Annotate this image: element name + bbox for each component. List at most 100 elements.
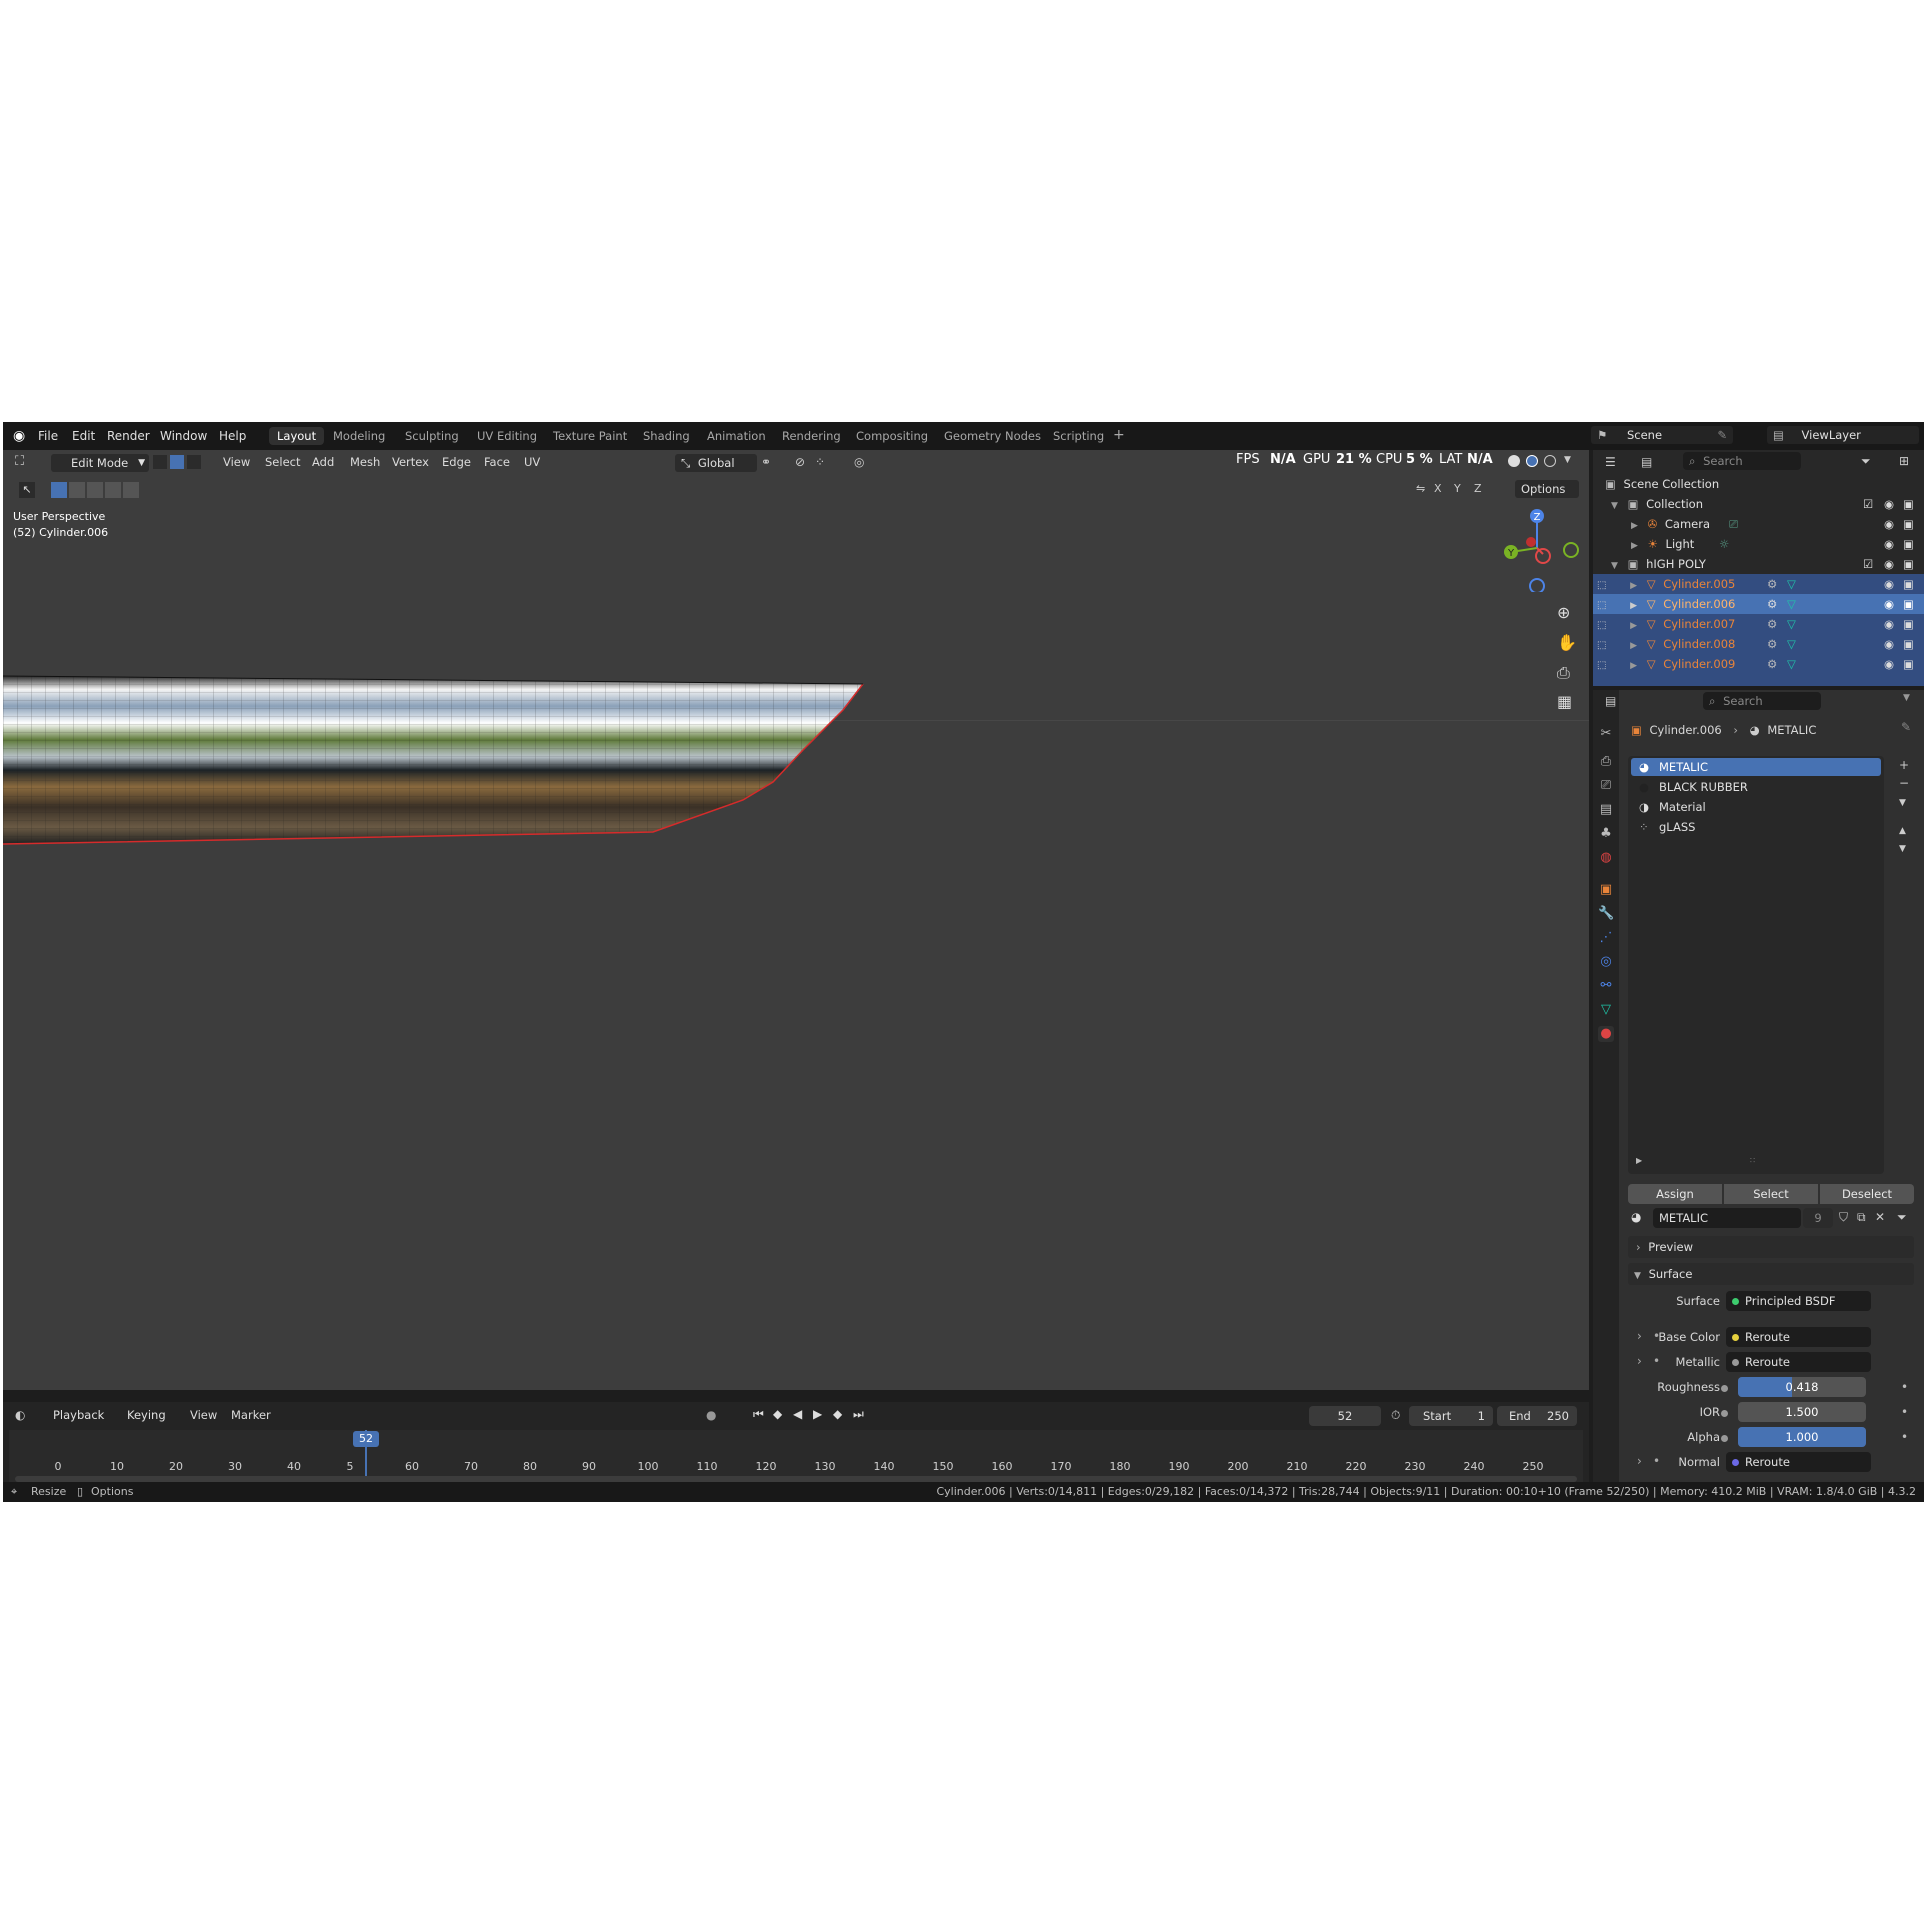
scene-selector[interactable]: ⚑ Scene ✎ — [1591, 426, 1733, 444]
select-tool-icon[interactable]: ↖ — [19, 482, 35, 498]
navigation-gizmo[interactable]: Z Y — [1493, 502, 1583, 592]
snap-icon[interactable]: ⊘ — [795, 455, 805, 469]
checkbox-icon[interactable]: ☑ — [1863, 554, 1873, 574]
editor-type-icon[interactable]: ⛶ — [15, 454, 24, 469]
preview-section[interactable]: › Preview — [1628, 1236, 1914, 1258]
alpha-slider[interactable]: 1.000 — [1738, 1427, 1866, 1447]
edit-mode-icon[interactable]: ⬚ — [1597, 640, 1606, 651]
edge-select-icon[interactable] — [170, 455, 184, 469]
playhead[interactable]: 52 — [353, 1431, 379, 1447]
tab-compositing[interactable]: Compositing — [848, 427, 936, 445]
expand-icon[interactable]: ▶ — [1636, 1156, 1642, 1165]
shading-options-icon[interactable]: ▼ — [1564, 455, 1571, 465]
eye-icon[interactable]: ◉ — [1884, 494, 1894, 514]
select-invert-icon[interactable] — [105, 482, 121, 498]
outliner-row-cylinder-009[interactable]: ⬚ ▶ ▽ Cylinder.009 ⚙ ▽ ◉ ▣ — [1593, 654, 1924, 674]
slot-specials-icon[interactable]: ▼ — [1899, 798, 1906, 808]
select-subtract-icon[interactable] — [87, 482, 103, 498]
zoom-icon[interactable]: ⊕ — [1557, 603, 1570, 622]
object-tab-icon[interactable]: ▣ — [1598, 882, 1614, 898]
eye-icon[interactable]: ◉ — [1884, 614, 1894, 634]
outliner-row-scene-collection[interactable]: ▣ Scene Collection — [1593, 474, 1924, 494]
add-slot-icon[interactable]: + — [1899, 758, 1909, 772]
menu-window[interactable]: Window — [160, 429, 207, 443]
material-slot-material[interactable]: ◑ Material — [1631, 798, 1881, 816]
3d-viewport[interactable]: ⛶ Edit Mode ▼ View Select Add Mesh Verte… — [3, 450, 1589, 1390]
solid-shading-icon[interactable] — [1508, 455, 1520, 467]
tool-tab-icon[interactable]: ✂ — [1598, 726, 1614, 742]
deselect-button[interactable]: Deselect — [1820, 1184, 1914, 1204]
outliner-row-camera[interactable]: ▶ ✇ Camera ⎚ ◉ ▣ — [1593, 514, 1924, 534]
viewport-menu-add[interactable]: Add — [312, 455, 334, 469]
next-keyframe-icon[interactable]: ◆ — [833, 1407, 842, 1421]
unlink-icon[interactable]: ✕ — [1875, 1210, 1885, 1224]
base-color-field[interactable]: Reroute — [1726, 1327, 1871, 1347]
pan-hand-icon[interactable]: ✋ — [1557, 633, 1577, 652]
outliner-row-cylinder-006[interactable]: ⬚ ▶ ▽ Cylinder.006 ⚙ ▽ ◉ ▣ — [1593, 594, 1924, 614]
outliner-row-high-poly[interactable]: ▼ ▣ hIGH POLY ☑ ◉ ▣ — [1593, 554, 1924, 574]
menu-help[interactable]: Help — [219, 429, 246, 443]
eye-icon[interactable]: ◉ — [1884, 554, 1894, 574]
select-extend-icon[interactable] — [69, 482, 85, 498]
menu-file[interactable]: File — [38, 429, 58, 443]
prev-keyframe-icon[interactable]: ◆ — [773, 1407, 782, 1421]
physics-tab-icon[interactable]: ◎ — [1598, 954, 1614, 970]
display-mode-icon[interactable]: ▤ — [1641, 455, 1652, 469]
mirror-icon[interactable]: ⇋ — [1416, 482, 1425, 495]
outliner-row-partial[interactable] — [1593, 674, 1924, 686]
render-tab-icon[interactable]: ⎙ — [1598, 754, 1614, 770]
camera-render-icon[interactable]: ▣ — [1903, 614, 1914, 634]
viewport-menu-vertex[interactable]: Vertex — [392, 455, 429, 469]
vertex-select-icon[interactable] — [153, 455, 167, 469]
select-button[interactable]: Select — [1724, 1184, 1818, 1204]
outliner-row-collection[interactable]: ▼ ▣ Collection ☑ ◉ ▣ — [1593, 494, 1924, 514]
world-tab-icon[interactable]: ◍ — [1598, 850, 1614, 866]
fake-user-icon[interactable]: ⛉ — [1839, 1210, 1848, 1225]
mesh-object-cylinder[interactable] — [3, 660, 883, 850]
tab-geometry-nodes[interactable]: Geometry Nodes — [936, 427, 1049, 445]
blender-logo-icon[interactable]: ◉ — [13, 428, 25, 444]
camera-render-icon[interactable]: ▣ — [1903, 654, 1914, 674]
material-slot-metalic[interactable]: ◕ METALIC — [1631, 758, 1881, 776]
axis-x-toggle[interactable]: X — [1434, 482, 1442, 495]
viewlayer-selector[interactable]: ▤ ViewLayer — [1767, 426, 1919, 444]
camera-render-icon[interactable]: ▣ — [1903, 494, 1914, 514]
modifier-tab-icon[interactable]: 🔧 — [1598, 906, 1614, 922]
keyframe-dot-icon[interactable]: • — [1901, 1380, 1908, 1394]
remove-slot-icon[interactable]: − — [1899, 776, 1909, 790]
assign-button[interactable]: Assign — [1628, 1184, 1722, 1204]
keyframe-dot-icon[interactable]: • — [1901, 1430, 1908, 1444]
pin-icon[interactable]: ✎ — [1717, 426, 1727, 444]
keyframe-dot-icon[interactable]: • — [1901, 1405, 1908, 1419]
user-count[interactable]: 9 — [1803, 1208, 1833, 1228]
outliner-row-cylinder-005[interactable]: ⬚ ▶ ▽ Cylinder.005 ⚙ ▽ ◉ ▣ — [1593, 574, 1924, 594]
camera-render-icon[interactable]: ▣ — [1903, 634, 1914, 654]
chevron-right-icon[interactable]: ▶ — [1630, 641, 1637, 651]
stopwatch-icon[interactable]: ⏱ — [1391, 1408, 1400, 1423]
filter-icon[interactable]: ⏷ — [1861, 454, 1871, 469]
playback-dropdown[interactable]: Playback — [47, 1406, 119, 1424]
camera-render-icon[interactable]: ▣ — [1903, 534, 1914, 554]
material-slot-black-rubber[interactable]: ● BLACK RUBBER — [1631, 778, 1881, 796]
proportional-edit-icon[interactable]: ◎ — [854, 455, 864, 469]
axis-y-toggle[interactable]: Y — [1454, 482, 1461, 495]
scene-tab-icon[interactable]: ♣ — [1598, 826, 1614, 842]
eye-icon[interactable]: ◉ — [1884, 534, 1894, 554]
timeline-menu-marker[interactable]: Marker — [231, 1408, 271, 1422]
ior-field[interactable]: 1.500 — [1738, 1402, 1866, 1422]
chevron-right-icon[interactable]: ▶ — [1630, 601, 1637, 611]
ortho-grid-icon[interactable]: ▦ — [1557, 692, 1572, 711]
viewport-menu-face[interactable]: Face — [484, 455, 510, 469]
material-name-field[interactable]: METALIC — [1653, 1208, 1801, 1228]
tab-animation[interactable]: Animation — [699, 427, 774, 445]
tab-sculpting[interactable]: Sculpting — [397, 427, 467, 445]
select-new-icon[interactable] — [51, 482, 67, 498]
snap-target-icon[interactable]: ⁘ — [815, 455, 825, 469]
edit-mode-icon[interactable]: ⬚ — [1597, 620, 1606, 631]
outliner-search-input[interactable]: ⌕ Search — [1683, 452, 1801, 470]
data-tab-icon[interactable]: ▽ — [1598, 1002, 1614, 1018]
viewport-menu-select[interactable]: Select — [265, 455, 300, 469]
normal-field[interactable]: Reroute — [1726, 1452, 1871, 1472]
camera-render-icon[interactable]: ▣ — [1903, 554, 1914, 574]
outliner-row-cylinder-008[interactable]: ⬚ ▶ ▽ Cylinder.008 ⚙ ▽ ◉ ▣ — [1593, 634, 1924, 654]
